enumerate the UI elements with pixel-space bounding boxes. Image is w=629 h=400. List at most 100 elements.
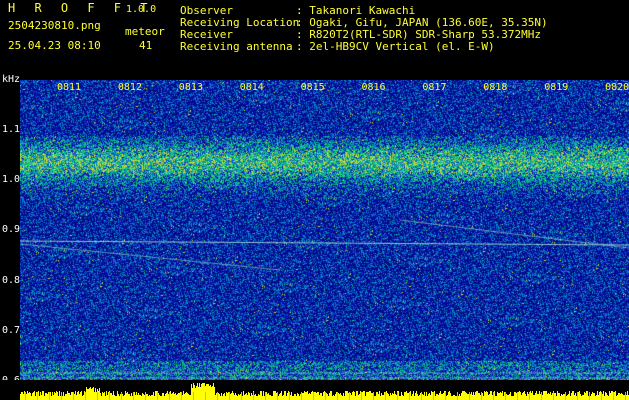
time-marker xyxy=(73,392,74,400)
time-marker xyxy=(229,392,230,400)
level-bar xyxy=(168,394,169,400)
level-bar xyxy=(195,388,196,400)
level-bar xyxy=(419,395,420,400)
level-bar xyxy=(124,395,125,400)
time-marker xyxy=(541,392,542,400)
time-marker xyxy=(145,392,146,400)
level-bar xyxy=(309,393,310,400)
time-marker xyxy=(169,392,170,400)
level-bar xyxy=(410,391,411,400)
y-tick-label: 0.8 xyxy=(2,274,21,286)
level-bar xyxy=(165,394,166,400)
level-bar xyxy=(350,393,351,400)
level-bar xyxy=(45,393,46,400)
level-bar xyxy=(144,395,145,400)
level-bar xyxy=(176,395,177,400)
level-bar xyxy=(394,391,395,400)
level-bar xyxy=(580,394,581,400)
level-bar xyxy=(496,396,497,400)
level-bar xyxy=(499,393,500,400)
x-tick-label: 0812 xyxy=(117,82,142,93)
level-bar xyxy=(460,396,461,400)
level-bar xyxy=(357,391,358,400)
level-bar xyxy=(210,385,211,400)
level-bar xyxy=(540,394,541,400)
antenna-value: : 2el-HB9CV Vertical (el. E-W) xyxy=(296,40,495,53)
level-bar xyxy=(359,394,360,400)
antenna-label: Receiving antenna xyxy=(180,40,293,53)
level-bar xyxy=(127,392,128,400)
level-bar xyxy=(318,392,319,400)
level-bar xyxy=(74,394,75,400)
level-bar xyxy=(201,384,202,400)
x-tick-label: 0814 xyxy=(239,82,264,93)
level-bar xyxy=(536,391,537,400)
level-bar xyxy=(386,391,387,400)
level-bar xyxy=(365,396,366,400)
level-bar xyxy=(388,394,389,400)
level-bar xyxy=(252,395,253,400)
level-bar xyxy=(622,394,623,400)
level-bar xyxy=(475,392,476,400)
level-bar xyxy=(627,391,628,400)
level-bar xyxy=(75,391,76,400)
level-bar xyxy=(360,391,361,400)
level-bar xyxy=(467,394,468,400)
level-bar xyxy=(260,391,261,400)
level-bar xyxy=(131,393,132,400)
level-bar xyxy=(339,394,340,400)
level-bar xyxy=(212,386,213,400)
time-marker xyxy=(445,392,446,400)
level-bar xyxy=(606,393,607,400)
level-bar xyxy=(184,394,185,400)
level-bar xyxy=(213,383,214,400)
level-bar xyxy=(574,395,575,400)
time-marker xyxy=(349,392,350,400)
x-tick-label: 0817 xyxy=(422,82,447,93)
level-bar xyxy=(44,396,45,400)
level-bar xyxy=(182,395,183,400)
level-bar xyxy=(23,394,24,400)
level-bar xyxy=(43,391,44,400)
level-bar xyxy=(568,394,569,400)
level-bar xyxy=(290,395,291,400)
level-bar xyxy=(366,392,367,400)
level-bar xyxy=(417,394,418,400)
level-bar xyxy=(473,392,474,400)
level-bar xyxy=(608,396,609,400)
level-bar xyxy=(219,394,220,400)
level-bar xyxy=(484,391,485,400)
level-bar xyxy=(479,393,480,400)
level-bar xyxy=(58,396,59,400)
level-bar xyxy=(459,394,460,400)
level-bar xyxy=(617,395,618,400)
level-bar xyxy=(602,394,603,400)
level-bar xyxy=(615,391,616,400)
level-bar xyxy=(344,396,345,400)
level-bar xyxy=(450,393,451,400)
level-bar xyxy=(303,393,304,400)
level-bar xyxy=(225,396,226,400)
level-bar xyxy=(408,393,409,400)
level-bar xyxy=(554,393,555,400)
level-bar xyxy=(99,388,100,400)
level-bar xyxy=(222,396,223,400)
level-bar xyxy=(250,396,251,400)
level-bar xyxy=(239,395,240,400)
level-bar xyxy=(470,394,471,400)
level-bar xyxy=(338,393,339,400)
level-bar xyxy=(370,391,371,400)
level-bar xyxy=(118,394,119,400)
level-bar xyxy=(22,392,23,400)
level-bar xyxy=(264,396,265,400)
level-bar xyxy=(624,395,625,400)
level-bar xyxy=(46,393,47,400)
level-bar xyxy=(437,394,438,400)
level-bar xyxy=(27,391,28,400)
level-bar xyxy=(243,391,244,400)
level-bar xyxy=(30,393,31,400)
level-bar xyxy=(348,393,349,400)
level-bar xyxy=(282,396,283,400)
level-bar xyxy=(521,395,522,400)
level-bar xyxy=(390,393,391,400)
